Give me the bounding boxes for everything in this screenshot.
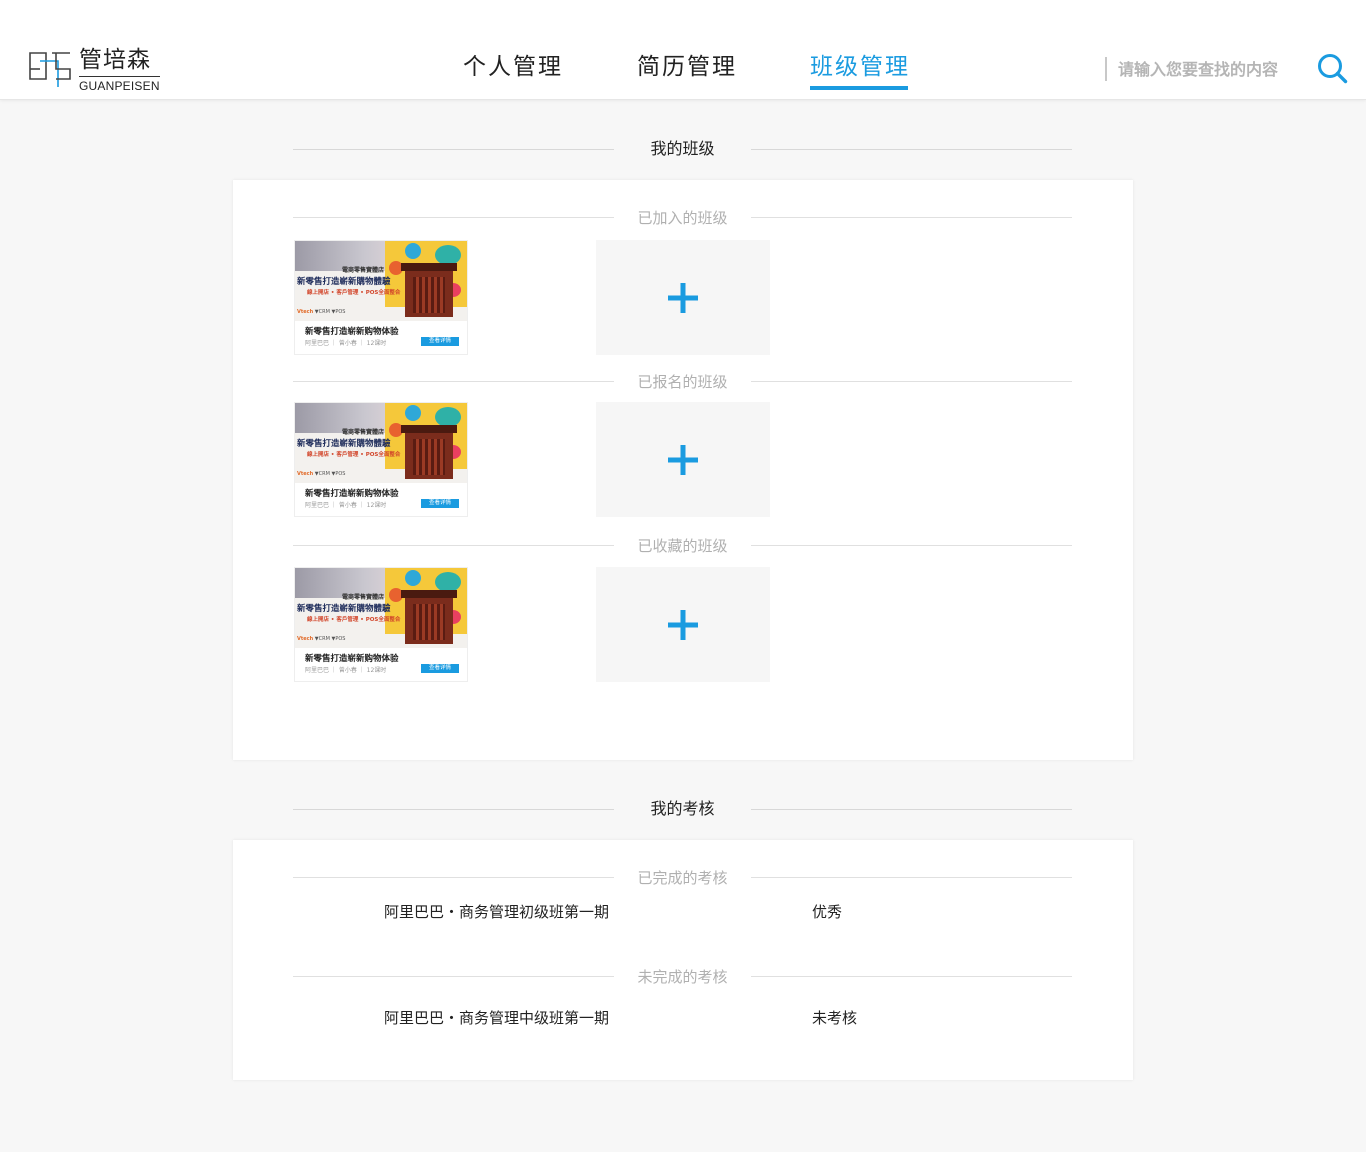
- group-title: 已完成的考核: [637, 869, 728, 887]
- class-card[interactable]: 電商零售實體店 新零售打造嶄新購物體驗 線上開店 • 客戶管理 • POS全面整…: [294, 402, 468, 517]
- pending-exams-heading: 未完成的考核: [293, 967, 1072, 987]
- gps-logo-mark: [29, 52, 71, 87]
- search-divider: [1105, 57, 1107, 81]
- banner-headline: 新零售打造嶄新購物體驗: [297, 277, 391, 287]
- banner-subline: 線上開店 • 客戶管理 • POS全面整合: [307, 290, 401, 296]
- banner-headline: 新零售打造嶄新購物體驗: [297, 439, 391, 449]
- heading-rule-left: [293, 877, 614, 878]
- group-title: 已收藏的班级: [637, 537, 728, 555]
- joined-classes-heading: 已加入的班级: [293, 208, 1072, 228]
- banner-headline: 新零售打造嶄新購物體驗: [297, 604, 391, 614]
- my-exams-heading: 我的考核: [293, 798, 1072, 822]
- heading-rule-right: [751, 217, 1072, 218]
- brand-logo[interactable]: 管培森 GUANPEISEN: [28, 46, 168, 94]
- group-title: 已加入的班级: [637, 209, 728, 227]
- exam-name[interactable]: 阿里巴巴・商务管理中级班第一期: [384, 1008, 609, 1028]
- heading-rule-left: [293, 217, 614, 218]
- tab-personal-management[interactable]: 个人管理: [463, 52, 563, 92]
- heading-rule-left: [293, 809, 614, 810]
- view-details-button[interactable]: 查看详情: [421, 499, 459, 508]
- class-banner-image: 電商零售實體店 新零售打造嶄新購物體驗 線上開店 • 客戶管理 • POS全面整…: [295, 568, 467, 648]
- add-class-button[interactable]: [596, 402, 770, 517]
- section-title: 我的班级: [650, 139, 715, 158]
- tab-class-management[interactable]: 班级管理: [810, 52, 910, 92]
- section-title: 我的考核: [650, 799, 715, 818]
- top-header: 管培森 GUANPEISEN 个人管理 简历管理 班级管理: [0, 0, 1366, 100]
- view-details-button[interactable]: 查看详情: [421, 337, 459, 346]
- add-class-button[interactable]: [596, 240, 770, 355]
- banner-top-text: 電商零售實體店: [341, 429, 384, 436]
- plus-icon: [668, 610, 698, 640]
- banner-logos: Vtech ▼CRM ▼POS: [297, 636, 346, 642]
- exam-name[interactable]: 阿里巴巴・商务管理初级班第一期: [384, 902, 609, 922]
- view-details-button[interactable]: 查看详情: [421, 664, 459, 673]
- class-meta: 阿里巴巴 ｜ 曾小春 ｜ 12课时: [305, 502, 387, 509]
- exam-result: 优秀: [812, 903, 843, 921]
- heading-rule-right: [751, 976, 1072, 977]
- banner-top-text: 電商零售實體店: [341, 594, 384, 601]
- class-banner-image: 電商零售實體店 新零售打造嶄新購物體驗 線上開店 • 客戶管理 • POS全面整…: [295, 241, 467, 321]
- group-title: 已报名的班级: [637, 373, 728, 391]
- tab-resume-management[interactable]: 简历管理: [637, 52, 737, 92]
- class-meta: 阿里巴巴 ｜ 曾小春 ｜ 12课时: [305, 667, 387, 674]
- add-class-button[interactable]: [596, 567, 770, 682]
- search-input[interactable]: [1118, 55, 1308, 83]
- heading-rule-right: [751, 381, 1072, 382]
- registered-classes-heading: 已报名的班级: [293, 372, 1072, 392]
- plus-icon: [668, 445, 698, 475]
- brand-name-cn: 管培森: [79, 47, 151, 73]
- heading-rule-right: [751, 809, 1072, 810]
- class-title: 新零售打造崭新购物体验: [305, 327, 399, 337]
- class-card[interactable]: 電商零售實體店 新零售打造嶄新購物體驗 線上開店 • 客戶管理 • POS全面整…: [294, 567, 468, 682]
- banner-top-text: 電商零售實體店: [341, 267, 384, 274]
- active-tab-indicator: [810, 86, 908, 90]
- class-card[interactable]: 電商零售實體店 新零售打造嶄新購物體驗 線上開店 • 客戶管理 • POS全面整…: [294, 240, 468, 355]
- banner-subline: 線上開店 • 客戶管理 • POS全面整合: [307, 617, 401, 623]
- heading-rule-right: [751, 877, 1072, 878]
- class-title: 新零售打造崭新购物体验: [305, 489, 399, 499]
- banner-subline: 線上開店 • 客戶管理 • POS全面整合: [307, 452, 401, 458]
- banner-logos: Vtech ▼CRM ▼POS: [297, 309, 346, 315]
- tab-label: 班级管理: [810, 54, 910, 80]
- my-classes-heading: 我的班级: [293, 138, 1072, 162]
- heading-rule-left: [293, 545, 614, 546]
- plus-icon: [668, 283, 698, 313]
- heading-rule-left: [293, 149, 614, 150]
- group-title: 未完成的考核: [637, 968, 728, 986]
- heading-rule-left: [293, 976, 614, 977]
- class-title: 新零售打造崭新购物体验: [305, 654, 399, 664]
- brand-name-en: GUANPEISEN: [79, 79, 160, 93]
- completed-exams-heading: 已完成的考核: [293, 868, 1072, 888]
- favorited-classes-heading: 已收藏的班级: [293, 536, 1072, 556]
- brand-divider: [79, 76, 160, 77]
- class-meta: 阿里巴巴 ｜ 曾小春 ｜ 12课时: [305, 340, 387, 347]
- search-icon[interactable]: [1316, 52, 1348, 84]
- banner-logos: Vtech ▼CRM ▼POS: [297, 471, 346, 477]
- class-banner-image: 電商零售實體店 新零售打造嶄新購物體驗 線上開店 • 客戶管理 • POS全面整…: [295, 403, 467, 483]
- tab-label: 个人管理: [463, 54, 563, 80]
- heading-rule-left: [293, 381, 614, 382]
- heading-rule-right: [751, 545, 1072, 546]
- tab-label: 简历管理: [637, 54, 737, 80]
- heading-rule-right: [751, 149, 1072, 150]
- exam-result: 未考核: [812, 1009, 858, 1027]
